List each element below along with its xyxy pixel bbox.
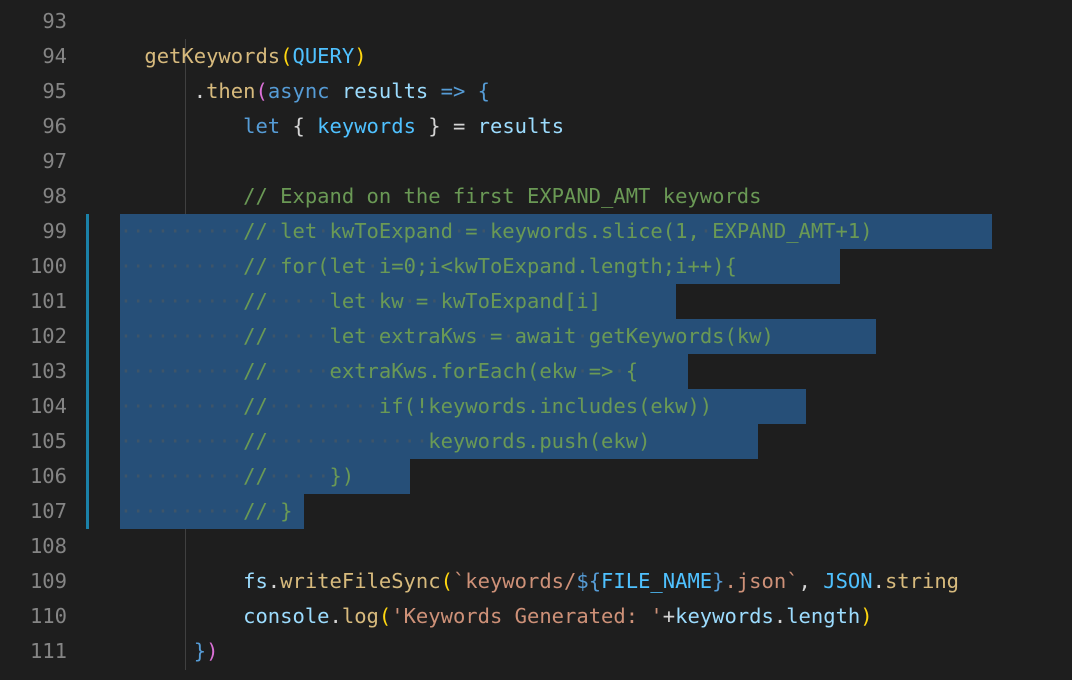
line-number: 95 [0, 74, 95, 109]
code-line[interactable]: let { keywords } = results [95, 109, 1072, 144]
line-number: 93 [0, 4, 95, 39]
line-number: 108 [0, 529, 95, 564]
line-number: 103 [0, 354, 95, 389]
line-number: 100 [0, 249, 95, 284]
code-line[interactable]: .then(async results => { [95, 74, 1072, 109]
line-number: 109 [0, 564, 95, 599]
line-number: 107 [0, 494, 95, 529]
line-number: 102 [0, 319, 95, 354]
code-line[interactable]: getKeywords(QUERY) [95, 39, 1072, 74]
code-line[interactable]: // Expand on the first EXPAND_AMT keywor… [95, 179, 1072, 214]
line-number: 104 [0, 389, 95, 424]
code-line[interactable] [95, 529, 1072, 564]
line-number: 110 [0, 599, 95, 634]
line-number: 98 [0, 179, 95, 214]
code-line[interactable] [95, 144, 1072, 179]
code-line[interactable] [95, 4, 1072, 39]
code-line[interactable]: }) [95, 634, 1072, 669]
line-number: 96 [0, 109, 95, 144]
line-number: 101 [0, 284, 95, 319]
line-number: 106 [0, 459, 95, 494]
code-text-area[interactable]: getKeywords(QUERY) .then(async results =… [95, 0, 1072, 680]
line-number: 99 [0, 214, 95, 249]
line-number-gutter: 9394959697989910010110210310410510610710… [0, 0, 95, 680]
line-number: 94 [0, 39, 95, 74]
line-number: 97 [0, 144, 95, 179]
code-line[interactable]: fs.writeFileSync(`keywords/${FILE_NAME}.… [95, 564, 1072, 599]
code-editor[interactable]: 9394959697989910010110210310410510610710… [0, 0, 1072, 680]
line-number: 105 [0, 424, 95, 459]
line-number: 111 [0, 634, 95, 669]
code-line[interactable]: console.log('Keywords Generated: '+keywo… [95, 599, 1072, 634]
